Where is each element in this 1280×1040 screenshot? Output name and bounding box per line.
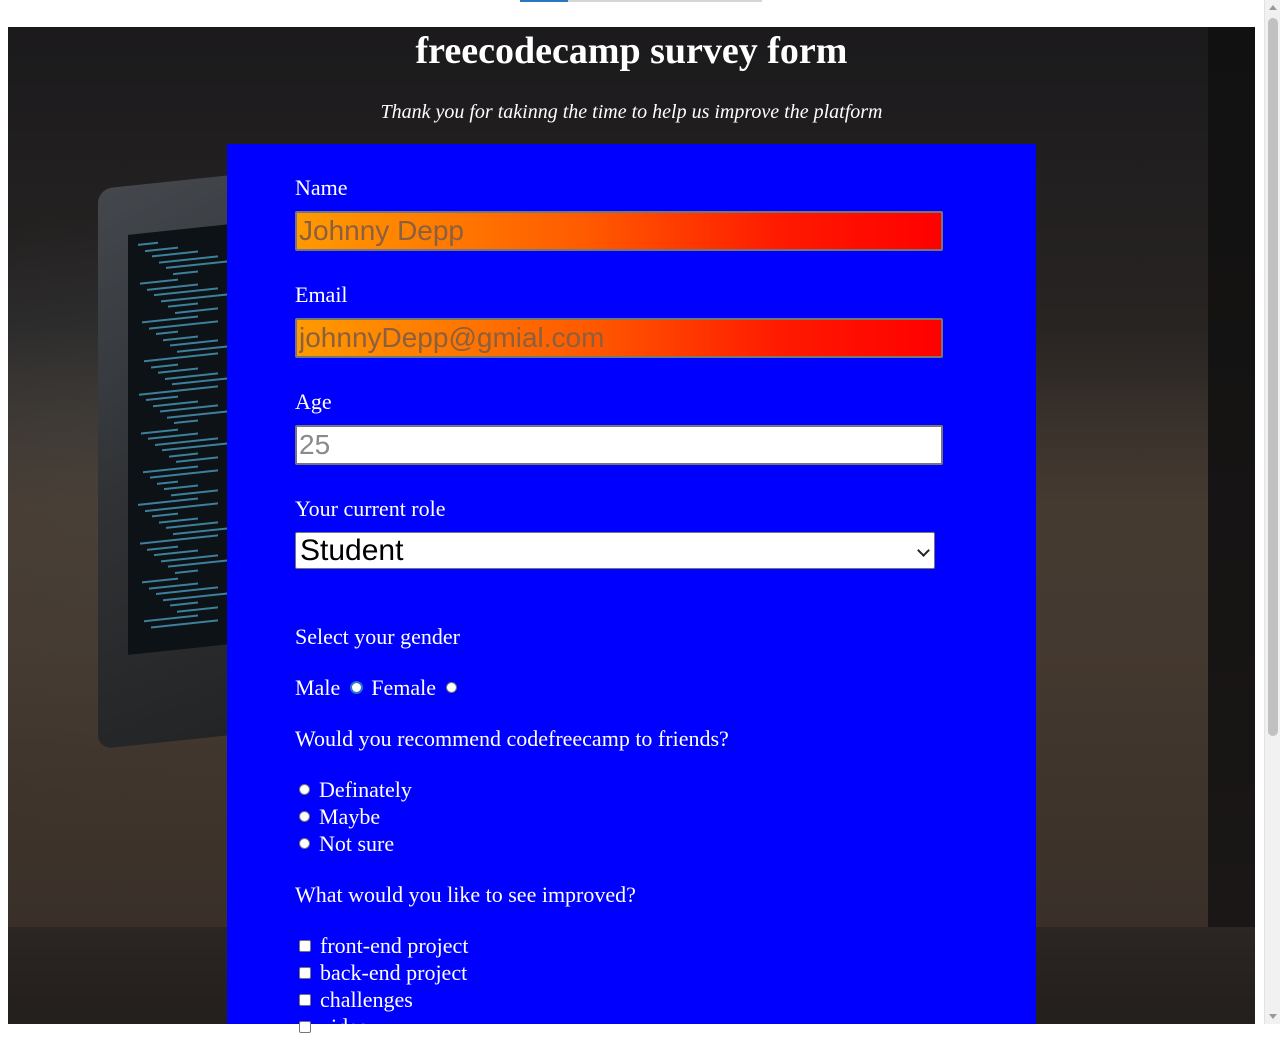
chevron-down-icon (917, 544, 930, 557)
code-line-decoration (152, 512, 178, 518)
gender-label: Select your gender (295, 624, 460, 649)
code-line-decoration (171, 488, 218, 496)
email-input[interactable] (295, 318, 943, 358)
code-line-decoration (138, 241, 158, 246)
scroll-down-icon[interactable] (1269, 1014, 1277, 1019)
code-line-decoration (174, 419, 198, 425)
age-input[interactable] (295, 425, 943, 465)
code-line-decoration (146, 395, 178, 401)
code-line-decoration (175, 569, 198, 574)
scrollbar-thumb[interactable] (1268, 18, 1278, 736)
recommend-option-label: Maybe (319, 804, 381, 829)
code-line-decoration (163, 335, 198, 341)
recommend-label: Would you recommend codefreecamp to frie… (295, 726, 729, 751)
code-line-decoration (139, 384, 218, 396)
recommend-option-label: Not sure (319, 831, 395, 856)
code-line-decoration (156, 330, 178, 335)
code-line-decoration (152, 250, 198, 258)
code-line-decoration (168, 302, 198, 308)
loading-progress-bar (520, 0, 762, 2)
gender-option-male-label: Male (295, 675, 341, 700)
code-line-decoration (141, 428, 178, 435)
code-line-decoration (159, 517, 198, 524)
code-line-decoration (144, 352, 218, 363)
improve-challenges-checkbox[interactable] (299, 993, 311, 1006)
code-line-decoration (175, 306, 218, 314)
improve-option-video[interactable]: video (299, 1013, 369, 1040)
code-line-decoration (140, 534, 218, 545)
scroll-up-icon[interactable] (1269, 5, 1277, 10)
code-line-decoration (149, 582, 198, 590)
recommend-option-label: Definately (319, 777, 412, 802)
improve-option-label: video (320, 1014, 369, 1039)
role-select[interactable]: Student (295, 532, 935, 569)
improve-option-label: back-end project (320, 960, 468, 985)
code-line-decoration (177, 605, 218, 613)
improve-label: What would you like to see improved? (295, 882, 636, 907)
role-label: Your current role (295, 496, 446, 521)
code-line-decoration (157, 480, 178, 485)
survey-form: Name Email Age Your current role Student… (227, 144, 1036, 1039)
page-top-strip (0, 0, 1264, 27)
gender-options: Male Female (295, 674, 465, 702)
age-label: Age (295, 389, 332, 414)
code-line-decoration (148, 432, 198, 440)
recommend-not-sure-radio[interactable] (299, 838, 310, 850)
gender-option-female-label: Female (371, 675, 436, 700)
code-line-decoration (154, 549, 198, 557)
code-line-decoration (164, 484, 198, 491)
loading-progress-fill (520, 0, 569, 2)
improve-option-front-end[interactable]: front-end project (299, 932, 468, 959)
recommend-definately-radio[interactable] (299, 784, 310, 796)
recommend-maybe-radio[interactable] (299, 811, 310, 823)
improve-option-challenges[interactable]: challenges (299, 986, 413, 1013)
code-line-decoration (169, 452, 198, 458)
improve-video-checkbox[interactable] (299, 1020, 311, 1033)
code-line-decoration (158, 367, 198, 374)
code-line-decoration (153, 400, 198, 407)
improve-front-end-checkbox[interactable] (299, 939, 311, 952)
code-line-decoration (145, 246, 178, 252)
code-line-decoration (147, 545, 178, 551)
code-line-decoration (151, 363, 178, 368)
code-line-decoration (140, 278, 178, 285)
recommend-option-definately[interactable]: Definately (299, 776, 412, 803)
code-line-decoration (142, 577, 178, 584)
code-line-decoration (170, 339, 218, 347)
improve-option-label: front-end project (320, 933, 469, 958)
page-scrollbar[interactable] (1264, 0, 1280, 1024)
recommend-option-not-sure[interactable]: Not sure (299, 830, 394, 857)
recommend-option-maybe[interactable]: Maybe (299, 803, 380, 830)
name-input[interactable] (295, 211, 943, 251)
role-select-value: Student (300, 534, 404, 567)
page-title: freecodecamp survey form (415, 30, 848, 72)
gender-male-radio[interactable] (350, 681, 364, 695)
improve-option-label: challenges (320, 987, 413, 1012)
email-label: Email (295, 282, 348, 307)
improve-back-end-checkbox[interactable] (299, 966, 311, 979)
improve-option-back-end[interactable]: back-end project (299, 959, 467, 986)
name-label: Name (295, 175, 348, 200)
page-description: Thank you for takinng the time to help u… (380, 101, 883, 123)
gender-female-radio[interactable] (445, 682, 457, 694)
code-line-decoration (170, 601, 198, 607)
code-line-decoration (173, 270, 198, 275)
code-line-decoration (176, 456, 218, 463)
